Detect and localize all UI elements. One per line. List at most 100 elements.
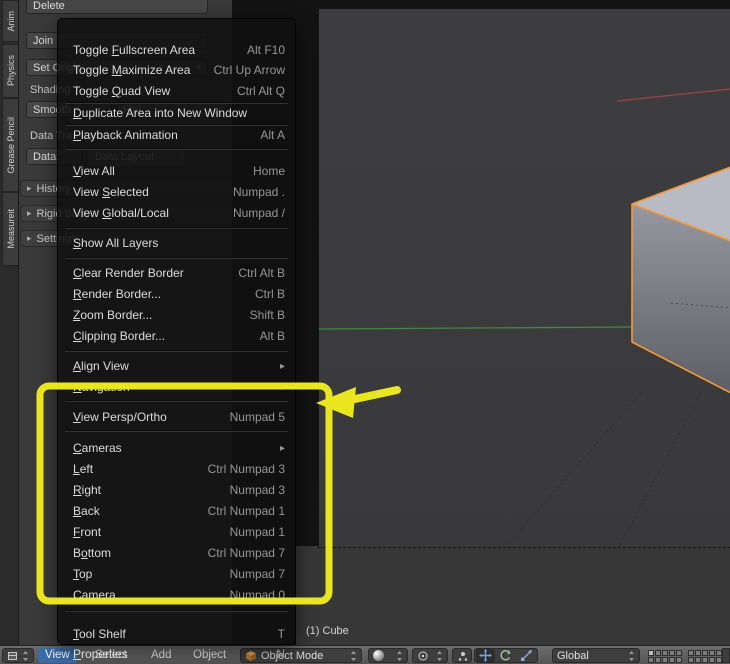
menu-item-shortcut: Alt F10: [246, 43, 285, 57]
menu-item-tool-shelf[interactable]: Tool Shelf T: [59, 624, 294, 644]
menu-item-duplicate-area-into-new-window[interactable]: Duplicate Area into New Window: [59, 103, 294, 123]
menu-separator: [65, 350, 288, 351]
menu-item-left[interactable]: Left Ctrl Numpad 3: [59, 459, 294, 479]
menu-item-clear-render-border[interactable]: Clear Render Border Ctrl Alt B: [59, 263, 294, 283]
orientation-label: Global: [557, 649, 589, 662]
submenu-arrow-icon: ▸: [279, 381, 285, 393]
menu-item-navigation[interactable]: Navigation ▸: [59, 377, 294, 397]
menu-item-label: Cameras: [73, 441, 122, 455]
tool-tab-label: Anim: [5, 10, 16, 32]
menu-item-clipping-border[interactable]: Clipping Border... Alt B: [59, 326, 294, 346]
tool-tabs: Anim Physics Grease Pencil Measureit: [0, 0, 19, 645]
menu-item-label: Toggle Maximize Area: [73, 63, 191, 77]
viewport-shading-selector[interactable]: [368, 648, 408, 663]
menu-item-shortcut: Ctrl Numpad 1: [207, 504, 285, 518]
layer-toggle[interactable]: [669, 657, 675, 663]
menu-item-shortcut: Ctrl Alt B: [238, 266, 285, 280]
menu-item-label: Toggle Quad View: [73, 84, 171, 98]
menu-item-view-all[interactable]: View All Home: [59, 161, 294, 181]
dropdown-arrows-icon: [351, 650, 356, 661]
menu-item-shortcut: Shift B: [249, 308, 285, 322]
menu-item-label: Duplicate Area into New Window: [73, 106, 248, 120]
layer-toggle[interactable]: [709, 657, 715, 663]
menu-item-view-persp-ortho[interactable]: View Persp/Ortho Numpad 5: [59, 407, 294, 427]
translate-manipulator-button[interactable]: [476, 649, 496, 662]
layer-toggle[interactable]: [655, 650, 661, 656]
layer-toggle[interactable]: [688, 650, 694, 656]
layer-toggle[interactable]: [655, 657, 661, 663]
menu-item-top[interactable]: Top Numpad 7: [59, 564, 294, 584]
menu-item-shortcut: Numpad 5: [229, 410, 285, 424]
menu-item-zoom-border[interactable]: Zoom Border... Shift B: [59, 305, 294, 325]
tool-tab-label: Grease Pencil: [5, 116, 16, 174]
layer-toggle[interactable]: [676, 650, 682, 656]
tool-tab-physics[interactable]: Physics: [2, 44, 18, 98]
menu-item-label: View Persp/Ortho: [73, 410, 167, 424]
center-points-icon: [458, 651, 467, 661]
dropdown-arrows-icon: [397, 650, 402, 661]
menu-item-toggle-maximize-area[interactable]: Toggle Maximize Area Ctrl Up Arrow: [59, 60, 294, 80]
pivot-point-selector[interactable]: [412, 648, 448, 663]
transform-orientation-selector[interactable]: Global: [552, 648, 640, 663]
layer-toggle[interactable]: [695, 650, 701, 656]
menu-item-label: Playback Animation: [73, 128, 178, 142]
menu-item-label: Front: [73, 525, 102, 539]
clipped-header-button[interactable]: [722, 648, 730, 663]
menu-item-front[interactable]: Front Numpad 1: [59, 522, 294, 542]
delete-button[interactable]: Delete: [26, 0, 208, 14]
menu-item-shortcut: T: [277, 627, 285, 641]
menu-item-show-all-layers[interactable]: Show All Layers: [59, 233, 294, 253]
layer-toggle[interactable]: [662, 650, 668, 656]
layers-widget: [648, 650, 722, 663]
menu-item-back[interactable]: Back Ctrl Numpad 1: [59, 501, 294, 521]
menu-item-render-border[interactable]: Render Border... Ctrl B: [59, 284, 294, 304]
menu-item-align-view[interactable]: Align View ▸: [59, 356, 294, 376]
center-points-toggle[interactable]: [452, 648, 472, 663]
tool-tab-measureit[interactable]: Measureit: [2, 192, 18, 266]
menu-item-bottom[interactable]: Bottom Ctrl Numpad 7: [59, 543, 294, 563]
panel-expand-icon: ▸: [27, 208, 32, 218]
tool-tab-grease-pencil[interactable]: Grease Pencil: [2, 98, 18, 192]
layer-toggle[interactable]: [709, 650, 715, 656]
manipulator-group: [474, 648, 538, 663]
menu-separator: [65, 610, 288, 611]
scale-manipulator-button[interactable]: [517, 649, 536, 662]
menu-item-label: Clear Render Border: [73, 266, 184, 280]
shading-sphere-icon: [373, 650, 384, 661]
menu-item-cameras[interactable]: Cameras ▸: [59, 438, 294, 458]
viewport-lower-region[interactable]: [296, 546, 730, 645]
layer-toggle[interactable]: [695, 657, 701, 663]
layer-toggle[interactable]: [648, 657, 654, 663]
layer-toggle[interactable]: [702, 657, 708, 663]
menu-item-shortcut: Numpad 3: [229, 483, 285, 497]
menu-item-right[interactable]: Right Numpad 3: [59, 480, 294, 500]
menu-item-label: Toggle Fullscreen Area: [73, 43, 196, 57]
menu-item-properties[interactable]: Properties N: [59, 644, 294, 664]
layer-toggle[interactable]: [702, 650, 708, 656]
dropdown-arrows-icon: [437, 650, 442, 661]
3d-viewport[interactable]: [318, 8, 730, 548]
rotate-manipulator-button[interactable]: [496, 649, 515, 662]
menu-item-playback-animation[interactable]: Playback Animation Alt A: [59, 125, 294, 145]
menu-item-view-selected[interactable]: View Selected Numpad .: [59, 182, 294, 202]
tool-tab-anim[interactable]: Anim: [2, 0, 18, 42]
dropdown-arrows-icon: [629, 650, 634, 661]
layer-toggle[interactable]: [662, 657, 668, 663]
menu-item-view-global-local[interactable]: View Global/Local Numpad /: [59, 203, 294, 223]
menu-item-label: Zoom Border...: [73, 308, 153, 322]
editor-type-icon: [8, 651, 17, 660]
menu-item-shortcut: Ctrl Up Arrow: [213, 63, 285, 77]
menu-item-camera[interactable]: Camera Numpad 0: [59, 585, 294, 605]
blender-window: Anim Physics Grease Pencil Measureit Delete…: [0, 0, 730, 664]
menu-item-label: Bottom: [73, 546, 112, 560]
layer-toggle[interactable]: [688, 657, 694, 663]
layer-toggle[interactable]: [669, 650, 675, 656]
translate-icon: [479, 649, 493, 662]
menu-item-toggle-fullscreen-area[interactable]: Toggle Fullscreen Area Alt F10: [59, 40, 294, 60]
editor-type-button[interactable]: [2, 648, 34, 663]
layer-toggle[interactable]: [648, 650, 654, 656]
layer-block: [648, 650, 682, 663]
layer-toggle[interactable]: [676, 657, 682, 663]
menu-item-label: Align View: [73, 359, 129, 373]
menu-item-toggle-quad-view[interactable]: Toggle Quad View Ctrl Alt Q: [59, 81, 294, 101]
